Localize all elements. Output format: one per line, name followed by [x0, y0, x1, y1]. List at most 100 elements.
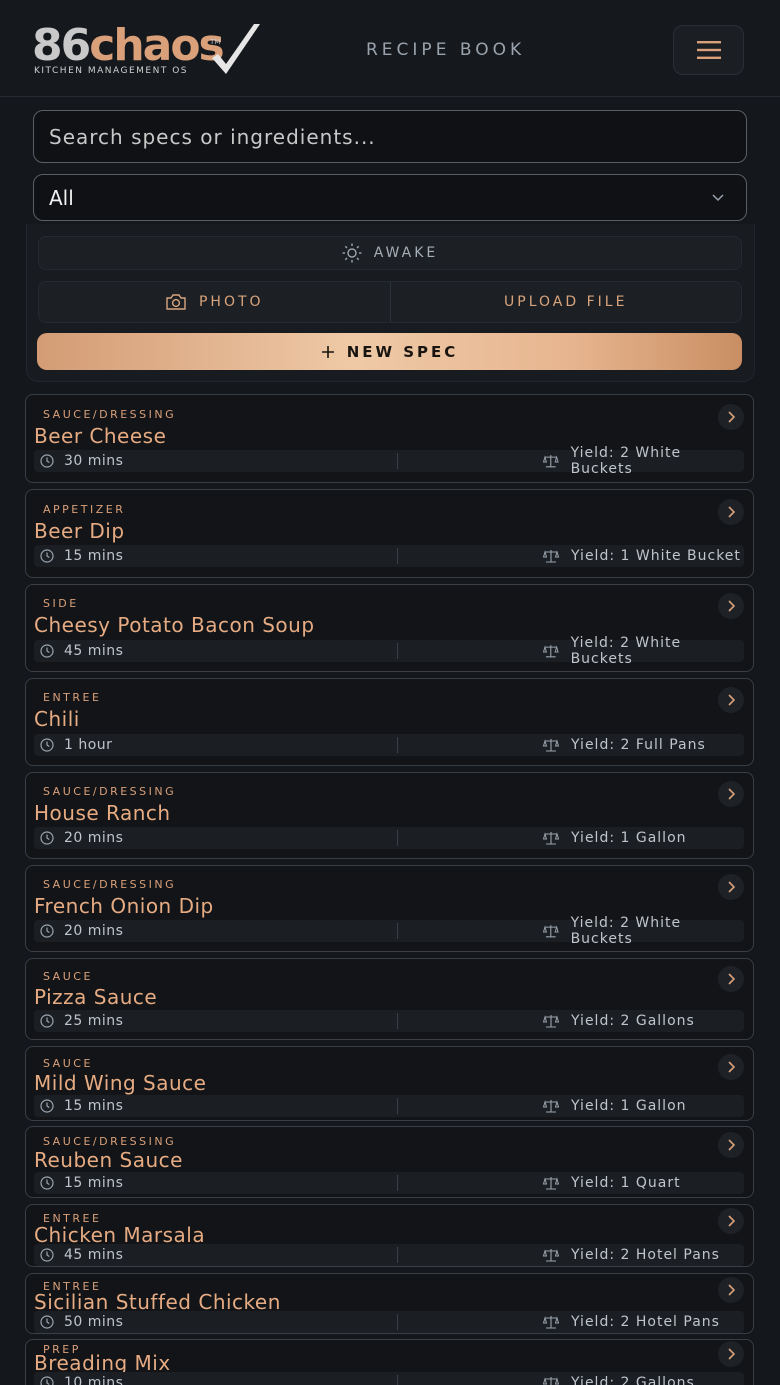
chevron-right-icon[interactable]	[718, 1054, 744, 1080]
spec-time-value: 10 mins	[64, 1375, 124, 1385]
spec-card[interactable]: SAUCE/DRESSING Reuben Sauce 15 mins Yiel…	[25, 1126, 754, 1198]
new-spec-label: NEW SPEC	[346, 342, 459, 361]
spec-meta: 15 mins Yield: 1 White Bucket	[34, 545, 744, 567]
spec-title: Pizza Sauce	[34, 985, 158, 1009]
clock-icon	[40, 549, 54, 563]
spec-category: ENTREE	[43, 691, 102, 704]
spec-category: SIDE	[43, 597, 79, 610]
spec-meta: 20 mins Yield: 2 White Buckets	[34, 915, 744, 947]
spec-time: 30 mins	[40, 450, 123, 472]
chevron-right-icon[interactable]	[718, 1341, 744, 1367]
meta-divider	[397, 643, 398, 659]
spec-time: 45 mins	[40, 1244, 123, 1266]
meta-divider	[397, 737, 398, 753]
logo-number: 86	[32, 20, 91, 71]
spec-category: SAUCE/DRESSING	[43, 878, 177, 891]
chevron-right-icon[interactable]	[718, 1208, 744, 1234]
chevron-right-icon[interactable]	[718, 404, 744, 430]
spec-meta: 45 mins Yield: 2 White Buckets	[34, 635, 744, 667]
clock-icon	[40, 644, 54, 658]
spec-yield: Yield: 2 White Buckets	[543, 445, 744, 477]
spec-card[interactable]: SAUCE Mild Wing Sauce 15 mins Yield: 1 G…	[25, 1046, 754, 1121]
chevron-down-icon	[712, 193, 724, 201]
meta-divider	[397, 1247, 398, 1263]
meta-divider	[397, 1375, 398, 1385]
scale-icon	[543, 550, 559, 563]
category-filter-select[interactable]: All	[33, 174, 747, 221]
spec-card[interactable]: APPETIZER Beer Dip 15 mins Yield: 1 Whit…	[25, 489, 754, 578]
chevron-right-icon[interactable]	[718, 966, 744, 992]
scale-icon	[543, 1177, 559, 1190]
spec-yield-value: Yield: 1 Gallon	[571, 1098, 687, 1114]
upload-file-button[interactable]: UPLOAD FILE	[389, 282, 742, 322]
clock-icon	[40, 1176, 54, 1190]
logo[interactable]: 86 chaos TM KITCHEN MANAGEMENT OS	[32, 20, 262, 80]
spec-meta: 10 mins Yield: 2 Gallons	[34, 1372, 744, 1385]
spec-category: SAUCE/DRESSING	[43, 785, 177, 798]
plus-icon	[321, 345, 334, 358]
spec-yield: Yield: 2 White Buckets	[543, 915, 744, 947]
menu-button[interactable]	[673, 25, 744, 75]
search-input[interactable]	[49, 124, 746, 149]
new-spec-button[interactable]: NEW SPEC	[37, 333, 742, 370]
spec-card[interactable]: SAUCE/DRESSING Beer Cheese 30 mins Yield…	[25, 394, 754, 483]
chevron-right-icon[interactable]	[718, 874, 744, 900]
spec-card[interactable]: ENTREE Chili 1 hour Yield: 2 Full Pans	[25, 678, 754, 766]
spec-card[interactable]: PREP Breading Mix 10 mins Yield: 2 Gallo…	[25, 1339, 754, 1385]
chevron-right-icon[interactable]	[718, 1132, 744, 1158]
chevron-right-icon[interactable]	[718, 781, 744, 807]
spec-card[interactable]: SAUCE Pizza Sauce 25 mins Yield: 2 Gallo…	[25, 958, 754, 1040]
chevron-right-icon[interactable]	[718, 1277, 744, 1303]
search-field[interactable]	[33, 110, 747, 163]
scale-icon	[543, 1249, 559, 1262]
spec-title: Reuben Sauce	[34, 1148, 183, 1172]
spec-time-value: 30 mins	[64, 453, 124, 469]
spec-card[interactable]: ENTREE Sicilian Stuffed Chicken 50 mins …	[25, 1273, 754, 1334]
spec-time-value: 15 mins	[64, 1098, 124, 1114]
spec-yield: Yield: 2 Gallons	[543, 1372, 695, 1385]
meta-divider	[397, 923, 398, 939]
spec-time-value: 1 hour	[64, 737, 113, 753]
spec-title: Beer Cheese	[34, 424, 167, 448]
chevron-right-icon[interactable]	[718, 593, 744, 619]
spec-yield: Yield: 2 Hotel Pans	[543, 1244, 720, 1266]
chevron-right-icon[interactable]	[718, 499, 744, 525]
spec-category: APPETIZER	[43, 503, 126, 516]
spec-category: SAUCE	[43, 1057, 93, 1070]
spec-meta: 15 mins Yield: 1 Gallon	[34, 1095, 744, 1117]
spec-time: 15 mins	[40, 1095, 123, 1117]
awake-button[interactable]: AWAKE	[38, 236, 742, 270]
spec-yield-value: Yield: 2 White Buckets	[570, 915, 682, 947]
spec-card[interactable]: SAUCE/DRESSING House Ranch 20 mins Yield…	[25, 772, 754, 859]
spec-yield-value: Yield: 1 Gallon	[571, 830, 687, 846]
clock-icon	[40, 1315, 54, 1329]
chevron-right-icon[interactable]	[718, 687, 744, 713]
spec-card[interactable]: SIDE Cheesy Potato Bacon Soup 45 mins Yi…	[25, 584, 754, 672]
spec-card[interactable]: SAUCE/DRESSING French Onion Dip 20 mins …	[25, 865, 754, 952]
spec-time: 15 mins	[40, 1172, 123, 1194]
spec-time: 20 mins	[40, 827, 123, 849]
clock-icon	[40, 924, 54, 938]
spec-meta: 25 mins Yield: 2 Gallons	[34, 1010, 744, 1032]
spec-yield: Yield: 1 Quart	[543, 1172, 681, 1194]
spec-yield: Yield: 1 White Bucket	[543, 545, 741, 567]
spec-yield: Yield: 2 Hotel Pans	[543, 1311, 720, 1333]
spec-meta: 50 mins Yield: 2 Hotel Pans	[34, 1311, 744, 1333]
spec-yield: Yield: 2 Gallons	[543, 1010, 695, 1032]
spec-card[interactable]: ENTREE Chicken Marsala 45 mins Yield: 2 …	[25, 1204, 754, 1267]
scale-icon	[543, 645, 559, 658]
spec-yield-value: Yield: 2 White Buckets	[570, 635, 682, 667]
spec-category: SAUCE/DRESSING	[43, 408, 177, 421]
scale-icon	[543, 1316, 559, 1329]
spec-meta: 15 mins Yield: 1 Quart	[34, 1172, 744, 1194]
spec-yield-value: Yield: 2 Full Pans	[571, 737, 706, 753]
spec-yield-value: Yield: 2 White Buckets	[570, 445, 682, 477]
clock-icon	[40, 454, 54, 468]
spec-category: SAUCE/DRESSING	[43, 1135, 177, 1148]
spec-title: Cheesy Potato Bacon Soup	[34, 613, 315, 637]
photo-label: PHOTO	[198, 294, 264, 310]
spec-title: French Onion Dip	[34, 894, 214, 918]
camera-icon	[166, 294, 186, 310]
photo-button[interactable]: PHOTO	[39, 282, 390, 322]
scale-icon	[543, 1015, 559, 1028]
